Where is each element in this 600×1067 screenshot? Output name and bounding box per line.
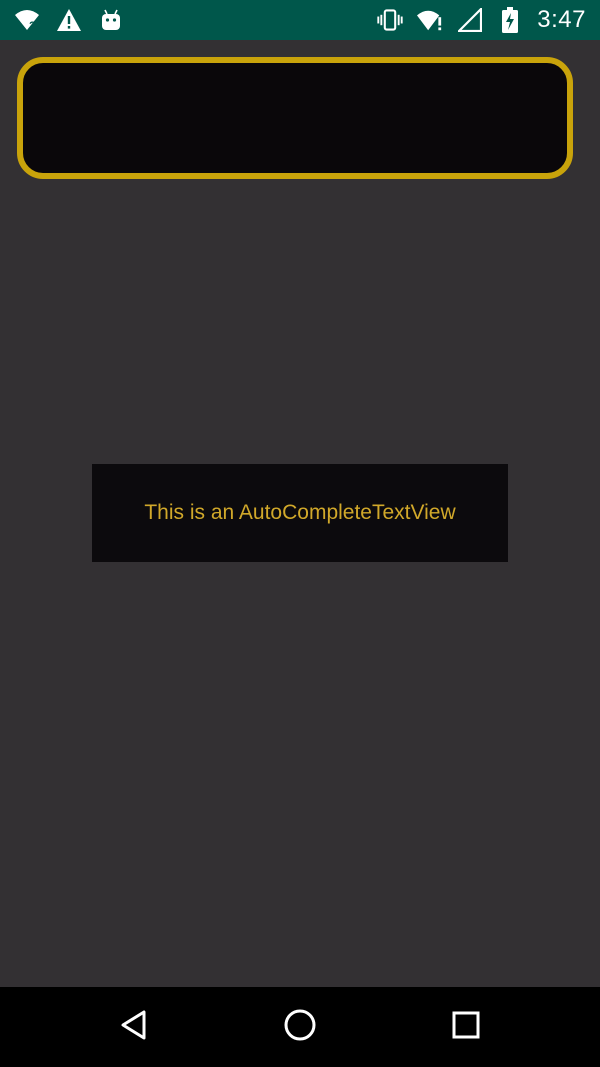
back-icon xyxy=(118,1009,150,1045)
screen: ? 3:47 This is an AutoCompleteTextView xyxy=(0,0,600,1067)
navigation-bar xyxy=(0,987,600,1067)
status-time: 3:47 xyxy=(537,6,586,33)
back-button[interactable] xyxy=(112,1005,156,1049)
wifi-unknown-icon: ? xyxy=(14,7,40,33)
status-left-icons: ? xyxy=(14,6,124,34)
recents-icon xyxy=(451,1010,481,1044)
wifi-alert-icon xyxy=(417,7,443,33)
autocomplete-input[interactable] xyxy=(47,93,551,145)
recents-button[interactable] xyxy=(444,1005,488,1049)
home-button[interactable] xyxy=(278,1005,322,1049)
battery-charging-icon xyxy=(497,7,523,33)
home-icon xyxy=(283,1008,317,1046)
toast-message: This is an AutoCompleteTextView xyxy=(144,501,456,524)
warning-icon xyxy=(56,7,82,33)
status-bar: ? 3:47 xyxy=(0,0,600,40)
status-right-icons: 3:47 xyxy=(377,6,586,34)
vibrate-icon xyxy=(377,7,403,33)
svg-text:?: ? xyxy=(29,20,36,32)
signal-icon xyxy=(457,7,483,33)
android-icon xyxy=(98,7,124,33)
toast: This is an AutoCompleteTextView xyxy=(92,464,508,562)
autocomplete-field[interactable] xyxy=(17,57,573,179)
